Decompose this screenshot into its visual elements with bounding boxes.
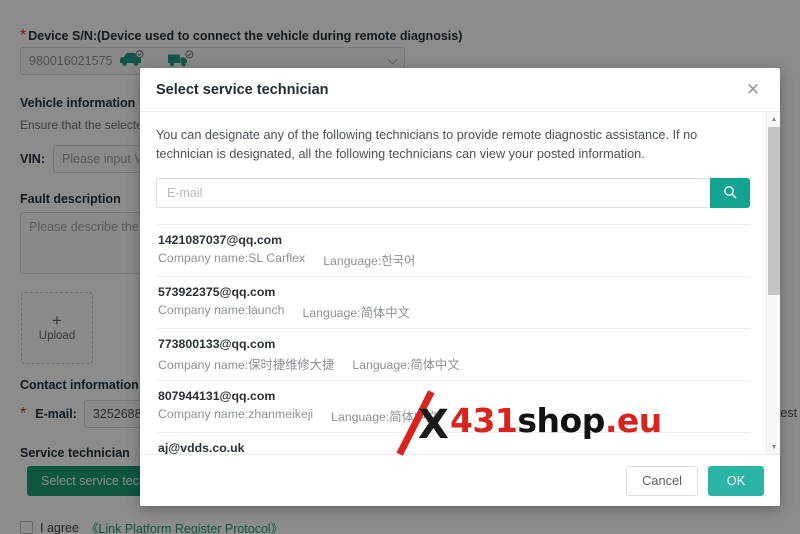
technician-meta: Company name:SL Carflex Language:한국어	[158, 251, 748, 269]
screen: * Device S/N:(Device used to connect the …	[0, 0, 800, 534]
technician-email: aj@vdds.co.uk	[158, 441, 245, 454]
technician-search-button[interactable]	[710, 178, 750, 208]
technician-search-input[interactable]	[156, 178, 710, 208]
technician-meta: Company name:zhanmeikeji Language:简体中文	[158, 407, 748, 425]
technician-meta: Company name:保时捷维修大捷 Language:简体中文	[158, 355, 748, 373]
dialog-scroll-content: You can designate any of the following t…	[140, 112, 766, 454]
list-item[interactable]: aj@vdds.co.uk	[156, 432, 750, 454]
technician-language: Language:简体中文	[331, 410, 439, 424]
technician-email: 773800133@qq.com	[158, 337, 276, 351]
scroll-down-arrow-icon[interactable]: ▼	[767, 440, 780, 454]
select-service-technician-dialog: Select service technician ✕ You can desi…	[140, 68, 780, 506]
technician-company: Company name:launch	[158, 303, 285, 317]
scrollbar-thumb[interactable]	[768, 127, 780, 295]
technician-language: Language:简体中文	[352, 358, 460, 372]
technician-company: Company name:SL Carflex	[158, 251, 306, 265]
list-item[interactable]: 573922375@qq.com Company name:launch Lan…	[156, 276, 750, 328]
dialog-title: Select service technician	[156, 81, 329, 98]
dialog-footer: Cancel OK	[140, 454, 780, 506]
cancel-button[interactable]: Cancel	[626, 465, 698, 496]
ok-button[interactable]: OK	[708, 465, 764, 496]
technician-email: 807944131@qq.com	[158, 389, 276, 403]
dialog-scrollbar[interactable]: ▲ ▼	[766, 112, 780, 454]
technician-language: Language:한국어	[323, 254, 416, 268]
technician-list: 1421087037@qq.com Company name:SL Carfle…	[156, 224, 750, 454]
dialog-body: You can designate any of the following t…	[140, 112, 780, 454]
list-item[interactable]: 773800133@qq.com Company name:保时捷维修大捷 La…	[156, 328, 750, 380]
technician-meta: Company name:launch Language:简体中文	[158, 303, 748, 321]
technician-search-row	[156, 178, 750, 208]
list-item[interactable]: 1421087037@qq.com Company name:SL Carfle…	[156, 224, 750, 276]
dialog-header: Select service technician ✕	[140, 68, 780, 112]
search-icon	[723, 185, 737, 202]
list-item[interactable]: 807944131@qq.com Company name:zhanmeikej…	[156, 380, 750, 432]
technician-company: Company name:zhanmeikeji	[158, 407, 314, 421]
technician-company: Company name:保时捷维修大捷	[158, 358, 335, 372]
dialog-intro-text: You can designate any of the following t…	[156, 128, 698, 161]
scroll-up-arrow-icon[interactable]: ▲	[767, 112, 780, 126]
close-icon[interactable]: ✕	[742, 79, 764, 101]
technician-email: 573922375@qq.com	[158, 285, 276, 299]
technician-language: Language:简体中文	[302, 306, 410, 320]
technician-email: 1421087037@qq.com	[158, 233, 283, 247]
